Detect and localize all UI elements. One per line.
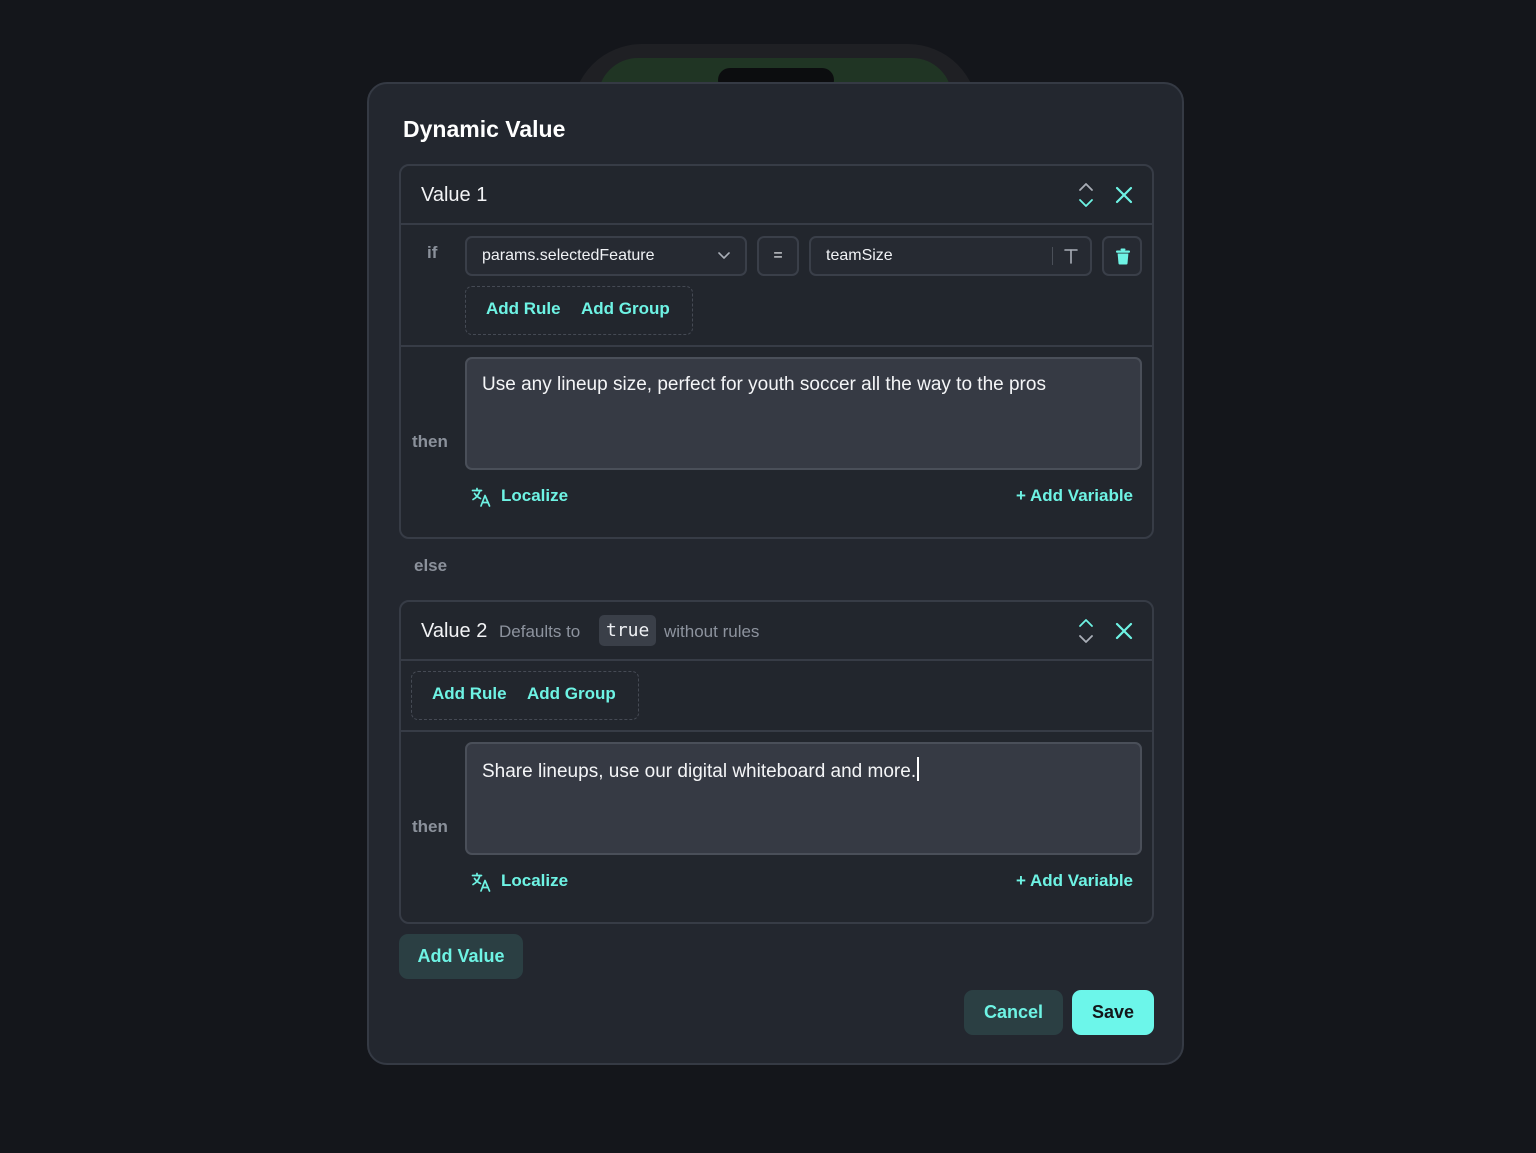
then-label: then <box>412 817 448 836</box>
value-text: Use any lineup size, perfect for youth s… <box>482 374 1046 395</box>
chevron-down-icon <box>718 252 730 259</box>
value-card-header: Value 2 Defaults to true without rules <box>401 602 1152 661</box>
reorder-icon[interactable] <box>1077 617 1095 645</box>
cancel-button[interactable]: Cancel <box>964 990 1063 1035</box>
reorder-icon[interactable] <box>1077 181 1095 209</box>
add-group-button[interactable]: Add Group <box>527 684 616 704</box>
add-rule-button[interactable]: Add Rule <box>432 684 507 704</box>
dynamic-value-modal: Dynamic Value Value 1 if params.selected… <box>367 82 1184 1065</box>
value-name: Value 2 <box>421 620 488 642</box>
value-name: Value 1 <box>421 184 488 206</box>
default-value-pill: true <box>599 615 657 646</box>
localize-button[interactable]: Localize <box>471 486 581 510</box>
value-card-1: Value 1 if params.selectedFeature = team… <box>399 164 1154 539</box>
value-card-header: Value 1 <box>401 166 1152 225</box>
text-caret <box>917 757 920 781</box>
translate-icon <box>471 487 491 507</box>
add-variable-button[interactable]: + Add Variable <box>1016 486 1133 506</box>
close-icon[interactable] <box>1114 621 1134 641</box>
save-button[interactable]: Save <box>1072 990 1154 1035</box>
defaults-to-label: Defaults to <box>499 622 581 641</box>
delete-rule-button[interactable] <box>1102 236 1142 276</box>
rule-actions-box: Add Rule Add Group <box>411 671 639 720</box>
rule-value-input[interactable]: teamSize <box>809 236 1092 276</box>
rule-operator-value: = <box>773 247 783 264</box>
rule-field-select[interactable]: params.selectedFeature <box>465 236 747 276</box>
modal-title: Dynamic Value <box>403 116 566 142</box>
rule-field-value: params.selectedFeature <box>482 247 655 264</box>
text-type-icon[interactable] <box>1062 247 1080 265</box>
section-divider <box>401 730 1152 732</box>
close-icon[interactable] <box>1114 185 1134 205</box>
translate-icon <box>471 872 491 892</box>
rule-operator[interactable]: = <box>757 236 799 276</box>
without-rules-label: without rules <box>664 622 760 641</box>
then-label: then <box>412 432 448 451</box>
localize-label: Localize <box>501 486 569 505</box>
add-value-button[interactable]: Add Value <box>399 934 523 979</box>
add-group-button[interactable]: Add Group <box>581 299 670 319</box>
localize-button[interactable]: Localize <box>471 871 581 895</box>
localize-label: Localize <box>501 871 569 890</box>
else-label: else <box>414 556 448 575</box>
add-variable-button[interactable]: + Add Variable <box>1016 871 1133 891</box>
rule-value-text: teamSize <box>826 247 893 264</box>
section-divider <box>401 345 1152 347</box>
value-text-area[interactable]: Share lineups, use our digital whiteboar… <box>465 742 1142 855</box>
rule-actions-box: Add Rule Add Group <box>465 286 693 335</box>
input-divider <box>1052 247 1053 265</box>
add-rule-button[interactable]: Add Rule <box>486 299 561 319</box>
trash-icon <box>1116 248 1130 265</box>
value-text-area[interactable]: Use any lineup size, perfect for youth s… <box>465 357 1142 470</box>
if-label: if <box>427 243 438 262</box>
value-card-2: Value 2 Defaults to true without rules A… <box>399 600 1154 924</box>
value-text: Share lineups, use our digital whiteboar… <box>482 761 917 782</box>
